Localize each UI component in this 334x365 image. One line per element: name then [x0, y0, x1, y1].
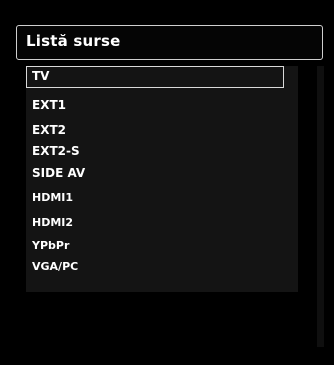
source-item-side-av[interactable]: SIDE AV: [26, 162, 284, 184]
source-item-ext2-s[interactable]: EXT2-S: [26, 140, 284, 162]
source-list-title: Listă surse: [26, 32, 121, 50]
scroll-track: [317, 66, 324, 347]
source-item-hdmi1[interactable]: HDMI1: [26, 187, 284, 209]
source-list-panel: Listă surse TV EXT1 EXT2 EXT2-S SIDE AV …: [0, 0, 334, 365]
source-item-ypbpr[interactable]: YPbPr: [26, 235, 284, 257]
source-item-ext2[interactable]: EXT2: [26, 119, 284, 141]
source-item-vga-pc[interactable]: VGA/PC: [26, 256, 284, 278]
source-item-hdmi2[interactable]: HDMI2: [26, 212, 284, 234]
source-list-header: Listă surse: [16, 25, 323, 60]
source-item-ext1[interactable]: EXT1: [26, 94, 284, 116]
source-item-tv[interactable]: TV: [26, 66, 284, 88]
